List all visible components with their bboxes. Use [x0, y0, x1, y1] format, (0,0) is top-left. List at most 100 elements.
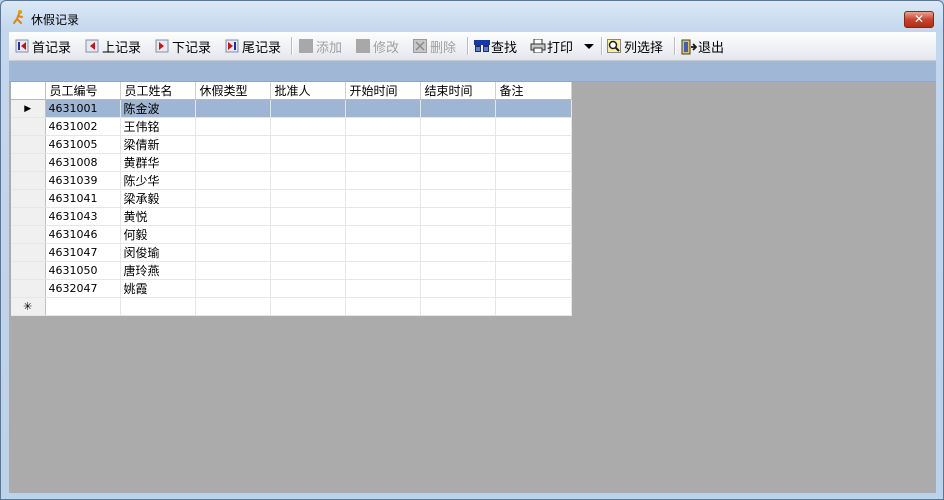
table-cell[interactable]: 4632047 [45, 279, 121, 298]
table-cell[interactable] [345, 117, 421, 136]
table-cell[interactable] [195, 153, 271, 172]
print-button[interactable]: 打印 [530, 36, 573, 56]
table-row[interactable]: 4631039 陈少华 [11, 171, 572, 190]
row-header[interactable] [11, 117, 46, 136]
table-cell[interactable]: 闵俊瑜 [120, 243, 196, 262]
current-row-indicator[interactable]: ▶ [11, 99, 46, 118]
new-row[interactable]: ✳ [11, 297, 572, 316]
table-cell[interactable] [495, 135, 572, 154]
table-cell[interactable] [270, 189, 346, 208]
table-cell[interactable] [420, 243, 496, 262]
column-header[interactable]: 休假类型 [195, 82, 271, 100]
row-header[interactable] [11, 279, 46, 298]
table-row[interactable]: 4631041 梁承毅 [11, 189, 572, 208]
row-header[interactable] [11, 189, 46, 208]
close-button[interactable]: ✕ [904, 11, 934, 28]
row-header[interactable] [11, 171, 46, 190]
first-record-button[interactable]: 首记录 [15, 36, 71, 56]
table-row[interactable]: 4631002 王伟铭 [11, 117, 572, 136]
row-header[interactable] [11, 207, 46, 226]
table-cell[interactable] [420, 207, 496, 226]
table-cell[interactable] [495, 153, 572, 172]
table-cell[interactable] [195, 135, 271, 154]
table-cell[interactable] [495, 117, 572, 136]
table-cell[interactable] [270, 297, 346, 316]
table-cell[interactable] [195, 99, 271, 118]
table-row[interactable]: ▶ 4631001 陈金波 [11, 99, 572, 118]
table-cell[interactable] [270, 171, 346, 190]
prev-record-button[interactable]: 上记录 [85, 36, 141, 56]
table-cell[interactable] [45, 297, 121, 316]
row-header[interactable] [11, 225, 46, 244]
table-cell[interactable]: 4631008 [45, 153, 121, 172]
table-cell[interactable] [420, 279, 496, 298]
table-cell[interactable] [495, 243, 572, 262]
edit-button[interactable]: 修改 [356, 36, 399, 56]
table-cell[interactable]: 4631002 [45, 117, 121, 136]
table-cell[interactable]: 4631039 [45, 171, 121, 190]
new-row-indicator[interactable]: ✳ [11, 297, 46, 316]
table-cell[interactable] [345, 225, 421, 244]
column-select-button[interactable]: 列选择 [607, 36, 663, 56]
table-cell[interactable] [345, 99, 421, 118]
table-cell[interactable] [270, 243, 346, 262]
table-cell[interactable]: 陈少华 [120, 171, 196, 190]
table-cell[interactable] [195, 225, 271, 244]
table-cell[interactable]: 梁倩新 [120, 135, 196, 154]
table-cell[interactable] [345, 207, 421, 226]
last-record-button[interactable]: 尾记录 [225, 36, 281, 56]
table-row[interactable]: 4631043 黄悦 [11, 207, 572, 226]
table-cell[interactable] [195, 279, 271, 298]
table-row[interactable]: 4632047 姚霞 [11, 279, 572, 298]
table-cell[interactable] [495, 297, 572, 316]
row-header[interactable] [11, 153, 46, 172]
column-header[interactable]: 批准人 [270, 82, 346, 100]
table-row[interactable]: 4631005 梁倩新 [11, 135, 572, 154]
table-row[interactable]: 4631047 闵俊瑜 [11, 243, 572, 262]
table-cell[interactable] [270, 117, 346, 136]
column-header[interactable]: 开始时间 [345, 82, 421, 100]
add-button[interactable]: 添加 [299, 36, 342, 56]
table-cell[interactable] [420, 225, 496, 244]
table-cell[interactable] [420, 261, 496, 280]
table-cell[interactable] [195, 117, 271, 136]
find-button[interactable]: 查找 [474, 36, 517, 56]
row-header[interactable] [11, 243, 46, 262]
table-cell[interactable] [420, 135, 496, 154]
table-cell[interactable] [495, 279, 572, 298]
table-cell[interactable] [345, 243, 421, 262]
table-cell[interactable]: 姚霞 [120, 279, 196, 298]
table-cell[interactable]: 何毅 [120, 225, 196, 244]
table-cell[interactable] [495, 225, 572, 244]
table-cell[interactable] [420, 189, 496, 208]
table-cell[interactable] [345, 189, 421, 208]
table-cell[interactable] [195, 297, 271, 316]
table-cell[interactable]: 王伟铭 [120, 117, 196, 136]
column-header[interactable]: 员工编号 [45, 82, 121, 100]
table-cell[interactable] [270, 153, 346, 172]
table-cell[interactable]: 4631050 [45, 261, 121, 280]
table-cell[interactable] [345, 153, 421, 172]
table-cell[interactable] [270, 99, 346, 118]
table-cell[interactable] [195, 243, 271, 262]
table-cell[interactable]: 梁承毅 [120, 189, 196, 208]
table-cell[interactable] [120, 297, 196, 316]
table-cell[interactable] [345, 135, 421, 154]
exit-button[interactable]: 退出 [681, 36, 724, 56]
table-cell[interactable]: 4631041 [45, 189, 121, 208]
table-cell[interactable] [345, 261, 421, 280]
table-cell[interactable] [420, 99, 496, 118]
row-header[interactable] [11, 261, 46, 280]
table-cell[interactable] [195, 207, 271, 226]
table-cell[interactable] [495, 171, 572, 190]
table-cell[interactable]: 唐玲燕 [120, 261, 196, 280]
delete-button[interactable]: 删除 [413, 36, 456, 56]
table-cell[interactable]: 4631005 [45, 135, 121, 154]
row-header[interactable] [11, 135, 46, 154]
table-cell[interactable] [270, 207, 346, 226]
table-cell[interactable] [345, 279, 421, 298]
next-record-button[interactable]: 下记录 [155, 36, 211, 56]
table-cell[interactable]: 黄悦 [120, 207, 196, 226]
table-row[interactable]: 4631050 唐玲燕 [11, 261, 572, 280]
table-cell[interactable] [420, 171, 496, 190]
